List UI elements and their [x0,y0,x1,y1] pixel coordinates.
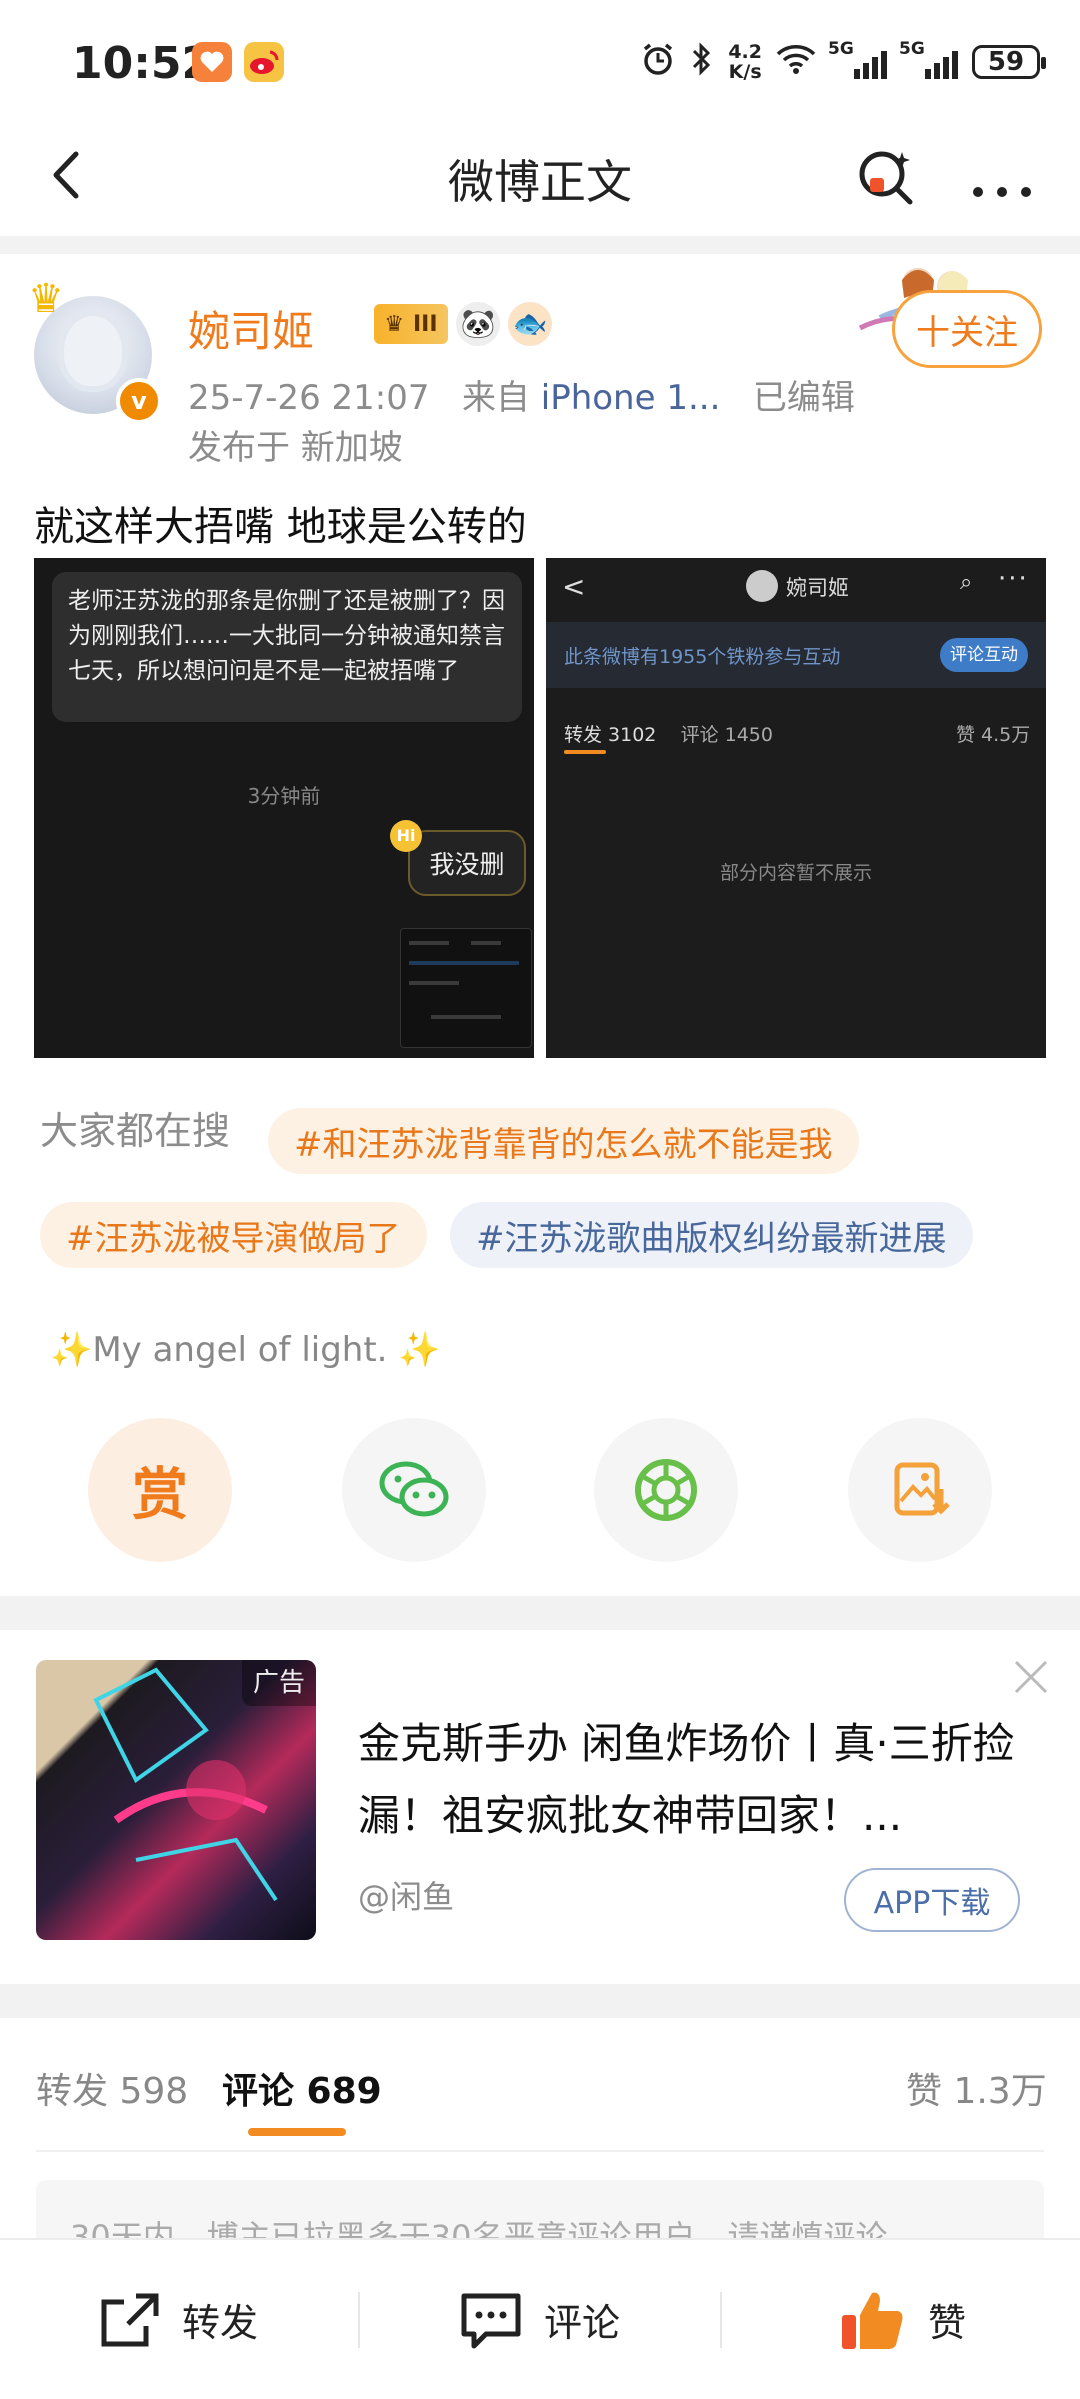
level-badge[interactable]: ♛ III [374,304,448,344]
screenshot-header: < 婉司姬 ⌕ ··· [546,558,1046,618]
tab-forward[interactable]: 转发 598 [36,2062,188,2114]
reward-button[interactable]: 赏 [88,1418,232,1562]
crown-icon: ♛ [28,276,64,322]
author-name[interactable]: 婉司姬 [188,298,314,359]
separator [720,2292,722,2348]
tab-comment[interactable]: 评论 689 [222,2062,382,2114]
hot-search-tag[interactable]: #和汪苏泷背靠背的怎么就不能是我 [268,1108,859,1174]
save-image-button[interactable] [848,1418,992,1562]
hot-search-tag[interactable]: #汪苏泷被导演做局了 [40,1202,427,1268]
reply-bubble: 我没删 [408,830,526,896]
ad-source: @闲鱼 [358,1878,455,1916]
wifi-icon [776,42,816,82]
screenshot-tabs: 转发 3102 评论 1450 [564,724,773,746]
follow-button[interactable]: 十关注 [892,290,1042,368]
app-download-button[interactable]: APP下载 [844,1868,1020,1932]
comment-icon [461,2293,521,2348]
divider [0,1596,1080,1630]
share-moments-button[interactable] [594,1418,738,1562]
signature: ✨My angel of light. ✨ [50,1330,441,1370]
message-time: 3分钟前 [247,784,321,808]
screenshot-author: 婉司姬 [786,576,849,600]
weibo-icon [244,42,284,82]
tab-like[interactable]: 赞 1.3万 [906,2062,1047,2114]
forward-icon [101,2293,159,2346]
search-icon: ⌕ [960,570,973,595]
post-image-1[interactable]: 老师汪苏泷的那条是你删了还是被删了？因为刚刚我们……一大批同一分钟被通知禁言七天… [34,558,534,1058]
more-icon: ··· [998,564,1029,594]
hidden-content-text: 部分内容暂不展示 [719,862,872,884]
moments-icon [635,1459,697,1521]
avatar [746,570,778,602]
save-image-icon [894,1462,950,1516]
ad-image[interactable]: 广告 [36,1660,316,1940]
edited-label: 已编辑 [752,378,855,418]
signal-icon: 5G [828,39,887,79]
comment-button[interactable]: 评论 [458,2240,620,2399]
separator [358,2292,360,2348]
forward-button[interactable]: 转发 [96,2240,258,2399]
tab-indicator [248,2128,346,2136]
fish-badge-icon[interactable]: 🐟 [508,302,552,346]
hi-badge: Hi [390,820,422,852]
verified-icon: v [116,378,162,424]
back-icon: < [562,570,586,603]
post-image-2[interactable]: < 婉司姬 ⌕ ··· 此条微博有1955个铁粉参与互动 评论互动 转发 310… [546,558,1046,1058]
alarm-icon [640,41,676,83]
post-location: 发布于 新加坡 [188,428,403,468]
hot-search-label: 大家都在搜 [40,1109,231,1153]
screenshot-thumbnail [400,928,532,1048]
fans-banner: 此条微博有1955个铁粉参与互动 评论互动 [546,622,1046,688]
search-icon[interactable] [852,142,922,212]
panda-badge-icon[interactable]: 🐼 [456,302,500,346]
divider [0,1984,1080,2018]
net-speed: 4.2 K/s [728,41,762,83]
chat-message: 老师汪苏泷的那条是你删了还是被删了？因为刚刚我们……一大批同一分钟被通知禁言七天… [52,572,522,722]
divider [36,2150,1044,2152]
wechat-icon [379,1461,449,1517]
post-source: iPhone 1... [540,378,721,418]
tab-indicator [564,750,606,754]
post-text: 就这样大捂嘴 地球是公转的 [34,504,527,550]
reward-icon: 赏 [132,1462,188,1528]
status-bar: 10:52 4.2 K/s 5G 5G 59 [0,0,1080,120]
signal-icon: 5G [899,39,958,79]
close-icon[interactable] [1006,1652,1056,1702]
like-button[interactable]: 赞 [838,2240,966,2399]
interact-button: 评论互动 [940,638,1028,672]
ad-title[interactable]: 金克斯手办 闲鱼炸场价丨真·三折捡漏！祖安疯批女神带回家！... [358,1708,1038,1852]
nav-bar: 微博正文 [0,120,1080,230]
post-time: 25-7-26 21:07 [188,378,430,418]
taobao-icon [192,42,232,82]
bottom-action-bar: 转发 评论 赞 [0,2238,1080,2397]
battery-icon: 59 [972,45,1046,79]
like-icon [842,2292,903,2349]
divider [0,236,1080,254]
bluetooth-icon [690,41,714,83]
share-wechat-button[interactable] [342,1418,486,1562]
post-meta: 25-7-26 21:07 来自 iPhone 1... 已编辑 [188,378,855,418]
hot-search-tag[interactable]: #汪苏泷歌曲版权纠纷最新进展 [450,1202,973,1268]
screenshot-like-count: 赞 4.5万 [956,724,1031,746]
more-icon[interactable] [962,142,1042,212]
